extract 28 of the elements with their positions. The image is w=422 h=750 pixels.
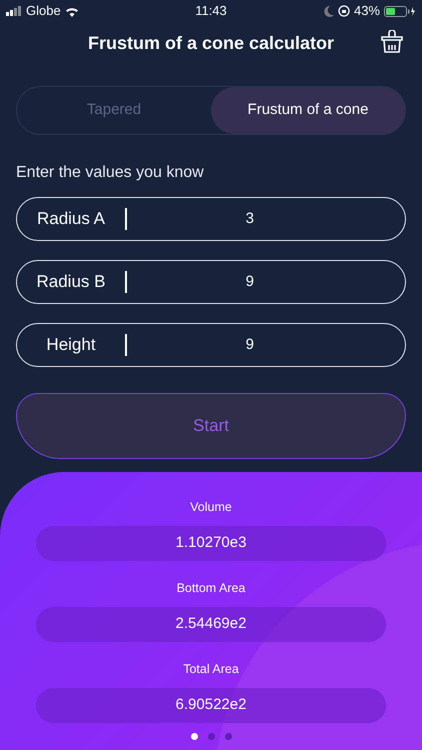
tab[interactable]: Frustum of a cone: [211, 87, 405, 134]
result-label: Bottom Area: [176, 580, 246, 597]
input-field[interactable]: Radius A 3: [16, 197, 406, 241]
field-label: Radius A: [36, 208, 106, 230]
battery-percent: 43%: [354, 2, 380, 20]
field-value: 3: [244, 208, 255, 229]
signal-icon: [6, 6, 22, 16]
rotation-lock-icon: [338, 5, 350, 17]
field-value: 9: [244, 334, 255, 355]
status-time: 11:43: [194, 2, 228, 20]
result-value: 1.10270e3: [36, 526, 386, 561]
carrier-name: Globe: [26, 2, 61, 20]
field-label: Height: [45, 334, 97, 356]
moon-icon: [324, 6, 334, 16]
result-value: 6.90522e2: [36, 688, 386, 723]
battery-icon: [384, 6, 416, 16]
result-value: 2.54469e2: [36, 607, 386, 642]
field-value: 9: [244, 272, 255, 292]
result-label: Total Area: [183, 661, 239, 678]
page-title: Frustum of a cone calculator: [88, 32, 334, 54]
input-field[interactable]: Radius B 9: [16, 260, 406, 304]
prompt-text: Enter the values you know: [16, 163, 205, 183]
result-label: Volume: [190, 499, 232, 516]
clear-button[interactable]: [380, 30, 404, 54]
field-label: Radius B: [36, 271, 106, 294]
basket-icon: [380, 30, 404, 54]
wifi-icon: [64, 6, 79, 16]
input-field[interactable]: Height 9: [16, 323, 406, 367]
